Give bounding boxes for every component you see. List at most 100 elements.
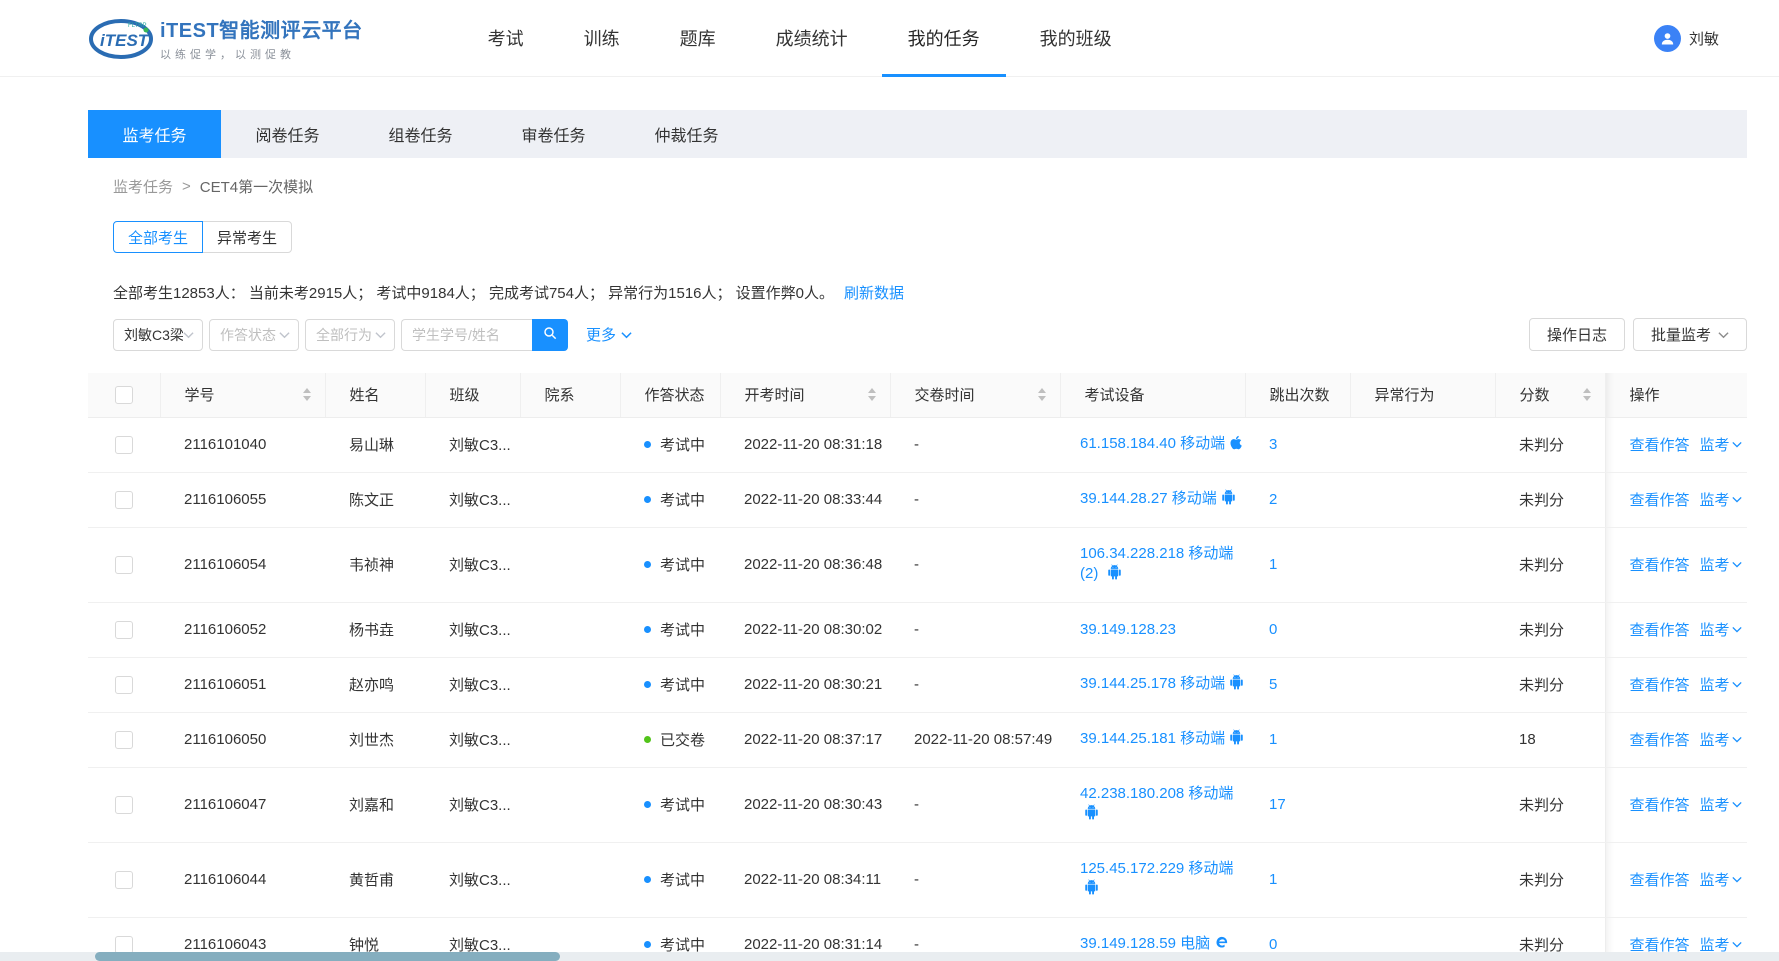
android-icon (1084, 879, 1099, 901)
tab-arbitration-tasks[interactable]: 仲裁任务 (620, 110, 753, 158)
row-checkbox[interactable] (115, 796, 133, 814)
jump-count-link[interactable]: 0 (1269, 621, 1277, 638)
jump-count-link[interactable]: 2 (1269, 491, 1277, 508)
view-answers-link[interactable]: 查看作答 (1630, 489, 1690, 510)
view-answers-link[interactable]: 查看作答 (1630, 554, 1690, 575)
col-submit-time[interactable]: 交卷时间 (890, 373, 1060, 417)
jump-count-link[interactable]: 1 (1269, 731, 1277, 748)
device-link[interactable]: 39.149.128.23 (1080, 620, 1239, 640)
row-checkbox[interactable] (115, 676, 133, 694)
toggle-all-candidates[interactable]: 全部考生 (113, 221, 203, 253)
col-operations: 操作 (1605, 373, 1747, 417)
user-menu[interactable]: 刘敏 (1654, 25, 1719, 52)
row-checkbox[interactable] (115, 436, 133, 454)
nav-item-training[interactable]: 训练 (584, 0, 620, 77)
sort-icon[interactable] (868, 388, 876, 401)
cell-submit-time: - (890, 767, 1060, 842)
device-link[interactable]: 39.144.25.181 移动端 (1080, 729, 1239, 751)
monitor-link[interactable]: 监考 (1700, 869, 1742, 890)
svg-text:FLTRP: FLTRP (128, 23, 147, 29)
student-search (401, 319, 568, 351)
row-checkbox[interactable] (115, 936, 133, 954)
cell-jump-count: 1 (1245, 527, 1350, 602)
cell-submit-time: - (890, 472, 1060, 527)
class-filter-select[interactable]: 刘敏C3梁... (113, 319, 203, 351)
row-checkbox[interactable] (115, 556, 133, 574)
horizontal-scrollbar[interactable] (0, 952, 1779, 961)
student-search-input[interactable] (401, 319, 532, 351)
cell-operations: 查看作答监考 (1605, 657, 1747, 712)
select-all-checkbox[interactable] (115, 386, 133, 404)
jump-count-link[interactable]: 3 (1269, 436, 1277, 453)
jump-count-link[interactable]: 5 (1269, 676, 1277, 693)
tab-proctor-tasks[interactable]: 监考任务 (88, 110, 221, 158)
row-checkbox[interactable] (115, 621, 133, 639)
device-link[interactable]: 39.144.28.27 移动端 (1080, 489, 1239, 511)
user-avatar-icon (1654, 25, 1681, 52)
cell-department (520, 417, 620, 472)
app-logo[interactable]: iTEST FLTRP iTEST智能测评云平台 以练促学，以测促教 (88, 14, 363, 62)
answer-status-select[interactable]: 作答状态 (209, 319, 299, 351)
breadcrumb-parent[interactable]: 监考任务 (113, 176, 173, 197)
tab-paper-assembly-tasks[interactable]: 组卷任务 (354, 110, 487, 158)
cell-jump-count: 3 (1245, 417, 1350, 472)
nav-item-my-classes[interactable]: 我的班级 (1040, 0, 1112, 77)
device-link[interactable]: 39.144.25.178 移动端 (1080, 674, 1239, 696)
batch-monitor-button[interactable]: 批量监考 (1633, 318, 1747, 351)
view-answers-link[interactable]: 查看作答 (1630, 674, 1690, 695)
monitor-link[interactable]: 监考 (1700, 554, 1742, 575)
col-score[interactable]: 分数 (1495, 373, 1605, 417)
sort-icon[interactable] (1038, 388, 1046, 401)
scrollbar-thumb[interactable] (95, 952, 560, 961)
monitor-link[interactable]: 监考 (1700, 674, 1742, 695)
col-class: 班级 (425, 373, 520, 417)
view-answers-link[interactable]: 查看作答 (1630, 729, 1690, 750)
operation-log-button[interactable]: 操作日志 (1529, 318, 1625, 351)
toggle-abnormal-candidates[interactable]: 异常考生 (202, 221, 292, 253)
nav-item-score-stats[interactable]: 成绩统计 (776, 0, 848, 77)
monitor-link[interactable]: 监考 (1700, 794, 1742, 815)
nav-item-exam[interactable]: 考试 (488, 0, 524, 77)
view-answers-link[interactable]: 查看作答 (1630, 794, 1690, 815)
nav-item-question-bank[interactable]: 题库 (680, 0, 716, 77)
view-answers-link[interactable]: 查看作答 (1630, 434, 1690, 455)
nav-item-my-tasks[interactable]: 我的任务 (908, 0, 980, 77)
cell-score: 未判分 (1495, 417, 1605, 472)
jump-count-link[interactable]: 0 (1269, 936, 1277, 953)
cell-submit-time: 2022-11-20 08:57:49 (890, 712, 1060, 767)
tab-paper-review-tasks[interactable]: 审卷任务 (487, 110, 620, 158)
monitor-link[interactable]: 监考 (1700, 434, 1742, 455)
device-link[interactable]: 61.158.184.40 移动端 (1080, 434, 1239, 456)
monitor-link[interactable]: 监考 (1700, 489, 1742, 510)
more-filters-link[interactable]: 更多 (586, 324, 632, 345)
sort-icon[interactable] (303, 388, 311, 401)
monitor-link[interactable]: 监考 (1700, 729, 1742, 750)
device-link[interactable]: 125.45.172.229 移动端 (1080, 859, 1239, 901)
device-link[interactable]: 42.238.180.208 移动端 (1080, 784, 1239, 826)
search-button[interactable] (532, 319, 568, 351)
sort-icon[interactable] (1583, 388, 1591, 401)
col-label: 异常行为 (1375, 387, 1435, 404)
refresh-data-link[interactable]: 刷新数据 (844, 285, 904, 302)
monitor-link[interactable]: 监考 (1700, 619, 1742, 640)
jump-count-link[interactable]: 17 (1269, 796, 1286, 813)
row-checkbox[interactable] (115, 491, 133, 509)
cell-submit-time: - (890, 602, 1060, 657)
cell-answer-status: 考试中 (620, 527, 720, 602)
col-student-id[interactable]: 学号 (160, 373, 325, 417)
row-checkbox[interactable] (115, 871, 133, 889)
app-slogan: 以练促学，以测促教 (160, 46, 363, 62)
row-checkbox[interactable] (115, 731, 133, 749)
cell-student-id: 2116106052 (160, 602, 325, 657)
view-answers-link[interactable]: 查看作答 (1630, 619, 1690, 640)
cell-answer-status: 考试中 (620, 417, 720, 472)
jump-count-link[interactable]: 1 (1269, 871, 1277, 888)
view-answers-link[interactable]: 查看作答 (1630, 869, 1690, 890)
jump-count-link[interactable]: 1 (1269, 556, 1277, 573)
device-link[interactable]: 106.34.228.218 移动端(2) (1080, 544, 1239, 586)
col-start-time[interactable]: 开考时间 (720, 373, 890, 417)
behavior-select[interactable]: 全部行为 (305, 319, 395, 351)
tab-grading-tasks[interactable]: 阅卷任务 (221, 110, 354, 158)
toolbar-buttons: 操作日志 批量监考 (1529, 318, 1747, 351)
cell-score: 未判分 (1495, 602, 1605, 657)
